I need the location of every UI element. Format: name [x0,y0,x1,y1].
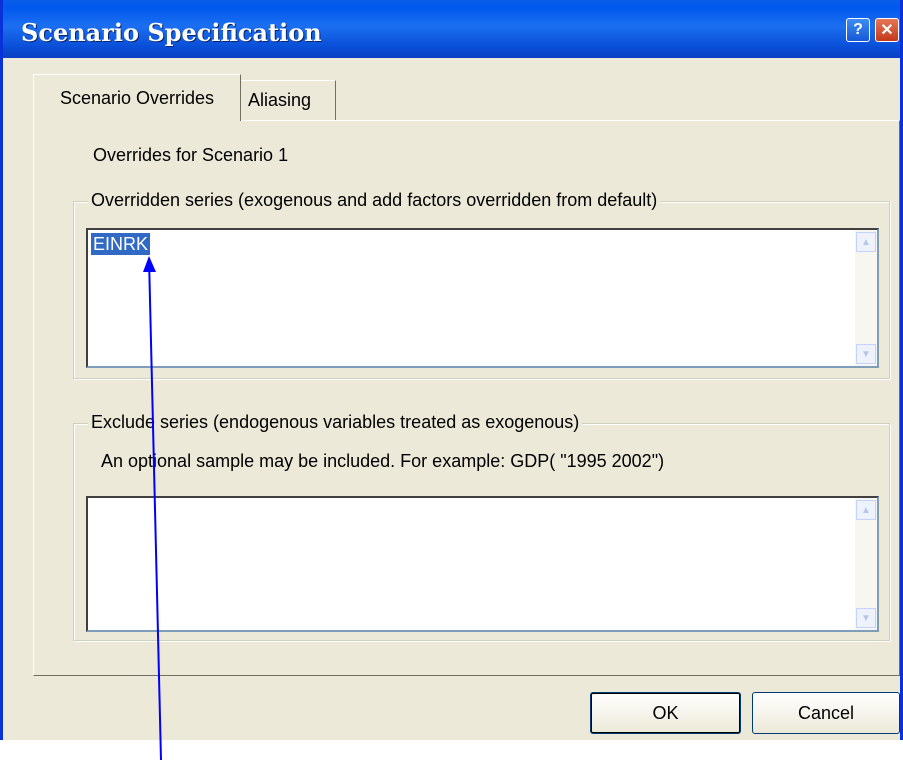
tab-label: Scenario Overrides [59,87,215,108]
arrow-shaft [148,257,162,760]
arrow-head-icon [143,256,156,272]
tab-scenario-overrides[interactable]: Scenario Overrides [33,74,241,121]
